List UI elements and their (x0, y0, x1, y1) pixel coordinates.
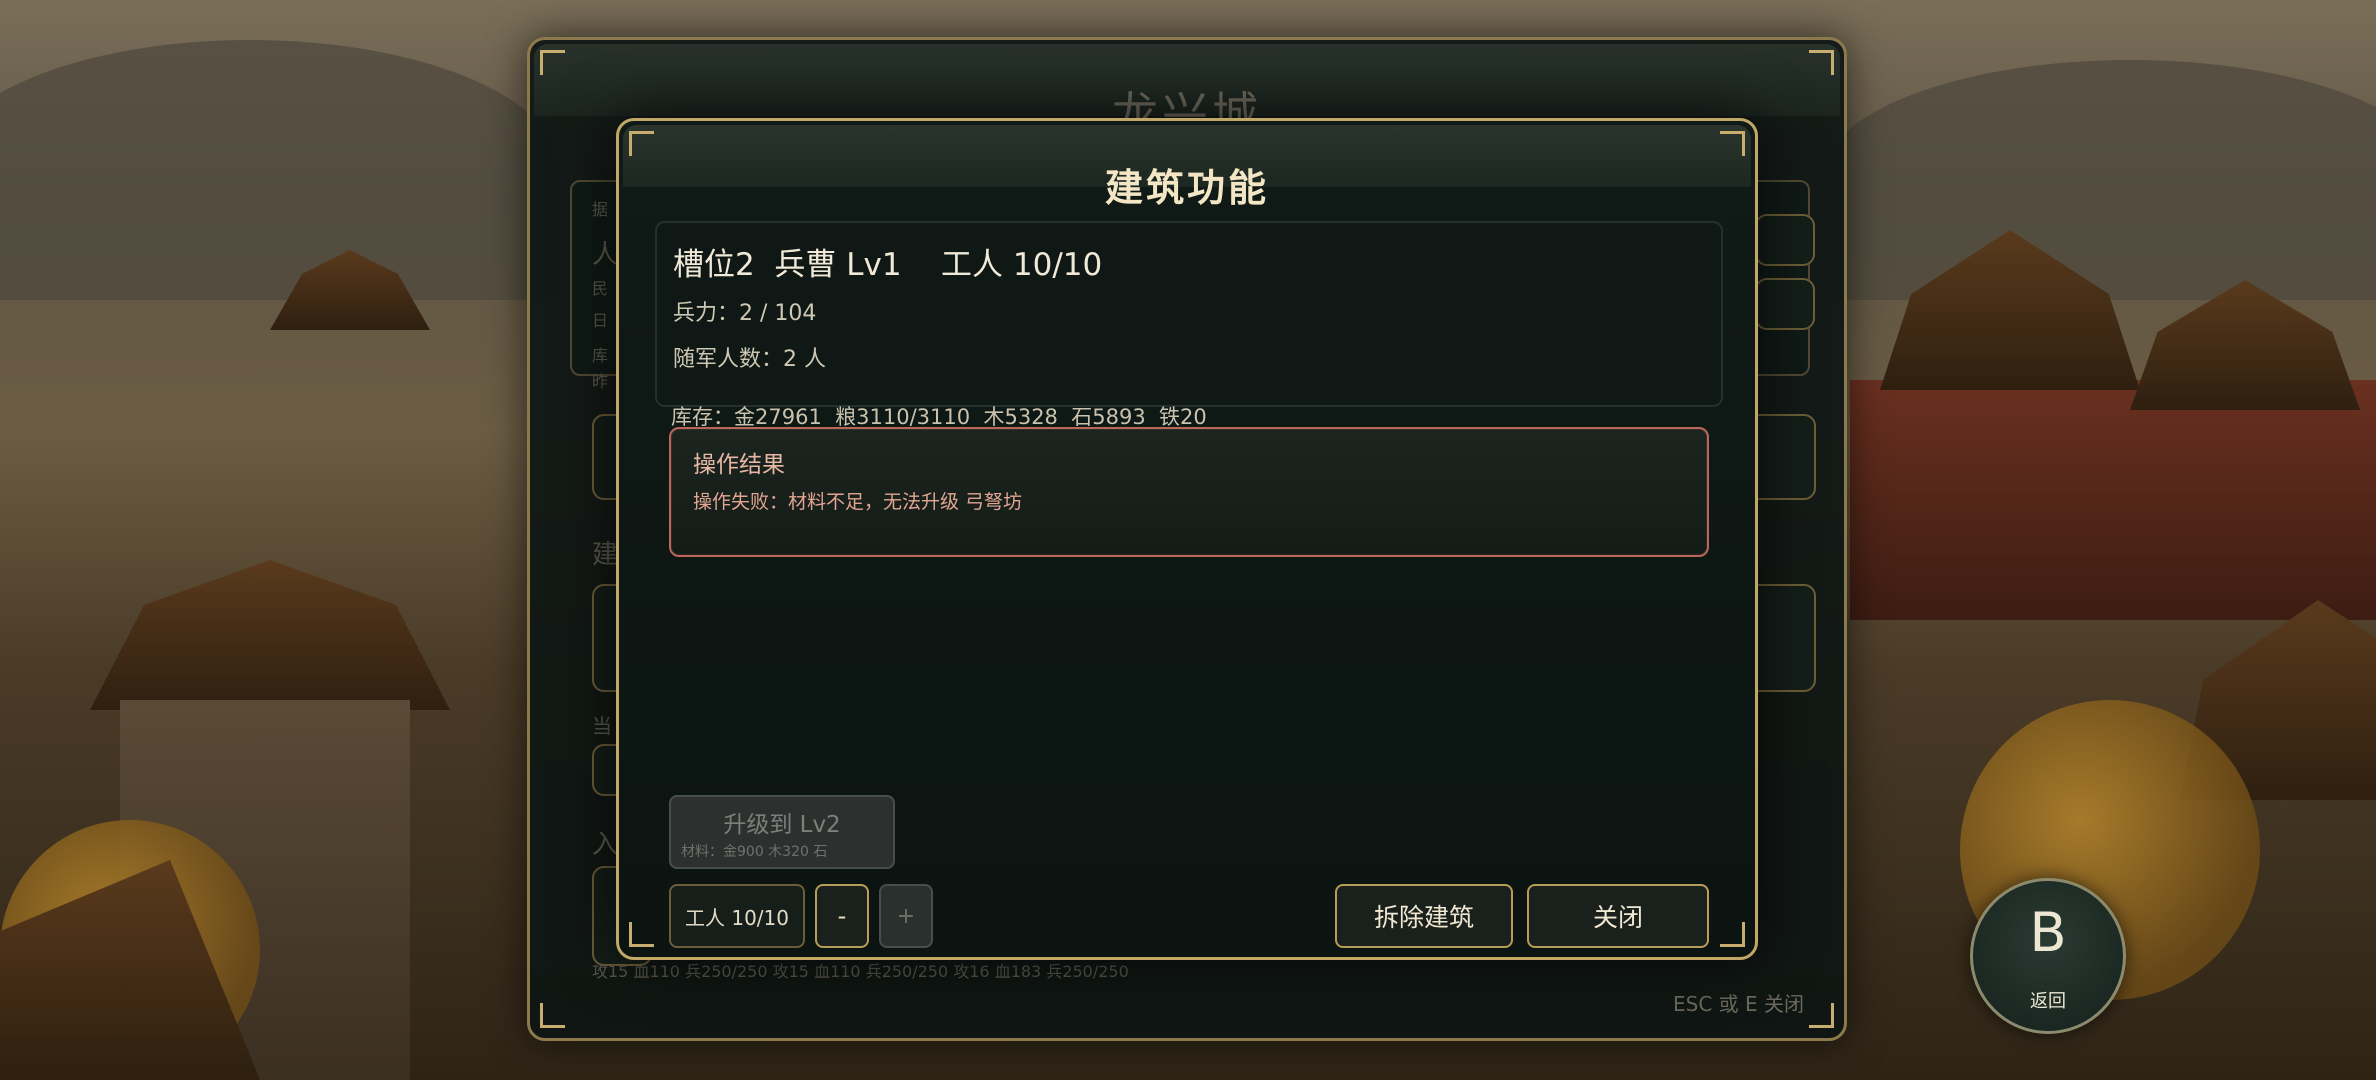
mountain-right (1820, 60, 2376, 300)
city-info-label: 人 (592, 240, 619, 270)
mountain-left (0, 40, 560, 300)
operation-result-box: 操作结果 操作失败：材料不足，无法升级 弓弩坊 (669, 427, 1709, 557)
unit-stats: 攻15 血110 兵250/250 攻15 血110 兵250/250 攻16 … (592, 962, 1129, 981)
worker-minus-button[interactable]: - (815, 884, 869, 948)
worker-plus-button[interactable]: + (879, 884, 933, 948)
upgrade-label: 升级到 Lv2 (723, 812, 841, 838)
corner-ornament (629, 922, 654, 947)
result-message: 操作失败：材料不足，无法升级 弓弩坊 (693, 491, 1023, 513)
city-info-label: 日 (592, 311, 609, 330)
close-button[interactable]: 关闭 (1527, 884, 1709, 948)
city-side-button[interactable] (1755, 214, 1815, 266)
upgrade-cost: 材料：金900 木320 石 (681, 844, 828, 860)
upgrade-button[interactable]: 升级到 Lv2 材料：金900 木320 石 (669, 795, 895, 869)
corner-ornament (1809, 50, 1834, 75)
city-info-label: 民 (592, 279, 609, 298)
followers-text: 随军人数：2 人 (673, 347, 826, 372)
section-label: 入 (592, 830, 619, 860)
corner-ornament (540, 50, 565, 75)
back-label: 返回 (2030, 991, 2066, 1012)
esc-hint: ESC 或 E 关闭 (1672, 992, 1804, 1016)
city-info-label: 昨 (592, 372, 609, 391)
troops-text: 兵力：2 / 104 (673, 301, 817, 326)
city-info-label: 据 (592, 200, 609, 219)
city-info-label: 库 (592, 346, 609, 365)
demolish-button[interactable]: 拆除建筑 (1335, 884, 1513, 948)
corner-ornament (540, 1003, 565, 1028)
pavilion-left (90, 560, 450, 710)
palace-wall-right (1850, 380, 2376, 620)
building-header: 槽位2 兵曹 Lv1 工人 10/10 (673, 247, 1103, 283)
building-info-card: 槽位2 兵曹 Lv1 工人 10/10 兵力：2 / 104 随军人数：2 人 (655, 221, 1723, 407)
section-label: 建 (592, 540, 619, 570)
city-side-button[interactable] (1755, 278, 1815, 330)
corner-ornament (1720, 922, 1745, 947)
corner-ornament (629, 131, 654, 156)
modal-title: 建筑功能 (1104, 166, 1269, 210)
back-button[interactable]: B 返回 (1970, 878, 2126, 1034)
result-title: 操作结果 (693, 452, 785, 478)
building-function-modal: 建筑功能 槽位2 兵曹 Lv1 工人 10/10 兵力：2 / 104 随军人数… (616, 118, 1758, 960)
b-key-glyph: B (2029, 901, 2067, 964)
corner-ornament (1809, 1003, 1834, 1028)
corner-ornament (1720, 131, 1745, 156)
section-label: 当 (592, 714, 612, 738)
worker-count-button[interactable]: 工人 10/10 (669, 884, 805, 948)
